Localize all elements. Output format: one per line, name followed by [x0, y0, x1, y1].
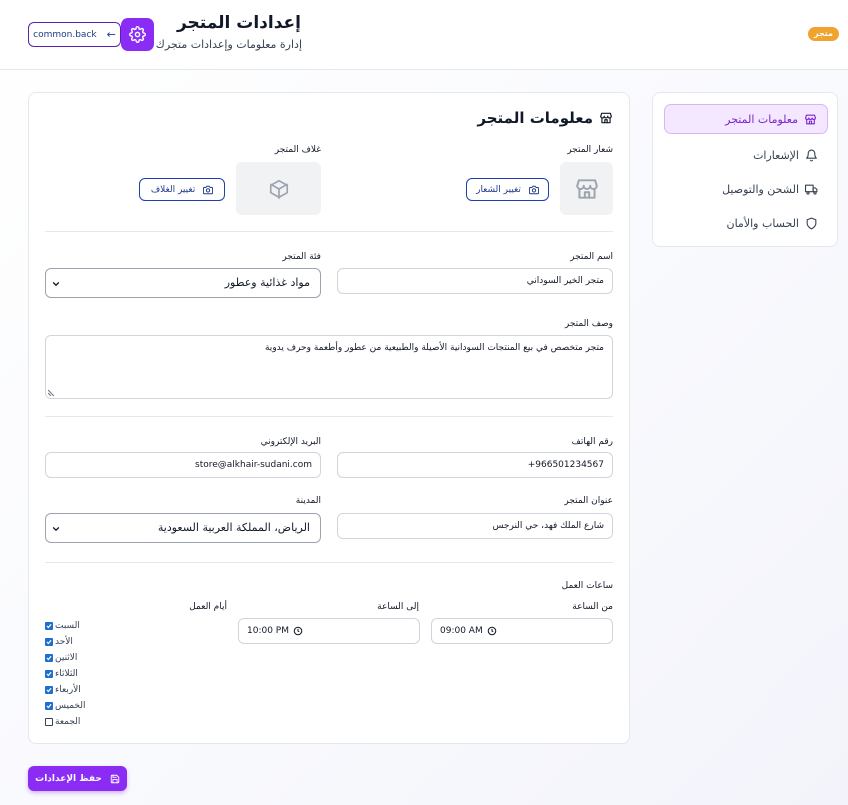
change-logo-label: تغيير الشعار	[476, 184, 521, 195]
description-value: متجر متخصص في بيع المنتجات السودانية الأ…	[264, 343, 604, 353]
store-name-input[interactable]: متجر الخير السوداني	[337, 268, 613, 294]
chevron-down-icon	[52, 282, 60, 286]
chevron-down-icon	[52, 527, 60, 531]
change-logo-button[interactable]: تغيير الشعار	[466, 178, 549, 201]
logo-preview	[560, 162, 613, 215]
day-sunday[interactable]: الأحد	[45, 634, 85, 650]
city-select[interactable]: الرياض، المملكة العربية السعودية	[45, 513, 321, 543]
day-friday[interactable]: الجمعة	[45, 714, 85, 730]
divider	[45, 231, 613, 232]
days-label: أيام العمل	[189, 602, 227, 612]
category-select[interactable]: مواد غذائية وعطور	[45, 268, 321, 298]
category-value: مواد غذائية وعطور	[224, 276, 310, 289]
address-label: عنوان المتجر	[564, 496, 613, 506]
page-title: إعدادات المتجر	[176, 13, 301, 33]
sidebar-item-label: الإشعارات	[753, 148, 799, 162]
bell-icon	[806, 149, 817, 161]
save-settings-label: حفظ الإعدادات	[35, 773, 102, 784]
page-subtitle: إدارة معلومات وإعدادات متجرك	[155, 38, 302, 51]
address-input[interactable]: شارع الملك فهد، حي النرجس	[337, 513, 613, 539]
day-label: الجمعة	[55, 717, 81, 727]
day-label: الخميس	[55, 701, 86, 711]
change-cover-button[interactable]: تغيير الغلاف	[139, 178, 225, 201]
working-days-list: السبت الأحد الاثنين الثلاثاء الأربعاء ال…	[45, 618, 85, 730]
to-time-input[interactable]: 10:00 PM	[238, 618, 420, 644]
city-value: الرياض، المملكة العربية السعودية	[157, 521, 310, 534]
day-label: الأحد	[55, 637, 73, 647]
day-label: الثلاثاء	[55, 669, 78, 679]
day-wednesday[interactable]: الأربعاء	[45, 682, 85, 698]
logo-label: شعار المتجر	[567, 145, 613, 155]
cover-preview	[236, 162, 321, 215]
day-saturday[interactable]: السبت	[45, 618, 85, 634]
category-label: فئة المتجر	[282, 252, 321, 262]
day-monday[interactable]: الاثنين	[45, 650, 85, 666]
day-label: السبت	[55, 621, 80, 631]
email-input[interactable]: store@alkhair-sudani.com	[45, 452, 321, 478]
divider	[45, 562, 613, 563]
top-header: متجر common.back ← إعدادات المتجر إدارة …	[0, 0, 848, 70]
sidebar-item-security[interactable]: الحساب والأمان	[664, 208, 828, 238]
shield-icon	[806, 217, 817, 229]
save-settings-button[interactable]: حفظ الإعدادات	[28, 766, 127, 791]
sidebar-item-notifications[interactable]: الإشعارات	[664, 140, 828, 170]
checkbox-checked[interactable]	[45, 670, 53, 678]
day-label: الاثنين	[55, 653, 78, 663]
sidebar-item-shipping[interactable]: الشحن والتوصيل	[664, 174, 828, 204]
to-time-label: إلى الساعة	[377, 602, 419, 612]
store-icon	[805, 114, 816, 124]
change-cover-label: تغيير الغلاف	[150, 184, 196, 195]
store-icon	[600, 112, 612, 124]
phone-label: رقم الهاتف	[571, 437, 613, 447]
from-time-input[interactable]: 09:00 AM	[431, 618, 613, 644]
box-icon	[269, 179, 288, 199]
section-title-text: معلومات المتجر	[477, 109, 593, 127]
phone-input[interactable]: +966501234567	[337, 452, 613, 478]
email-label: البريد الإلكتروني	[260, 437, 321, 447]
sidebar-item-label: الحساب والأمان	[726, 216, 800, 230]
clock-icon[interactable]	[487, 626, 497, 636]
description-textarea[interactable]: متجر متخصص في بيع المنتجات السودانية الأ…	[45, 335, 613, 399]
checkbox-unchecked[interactable]	[45, 718, 53, 726]
save-icon	[110, 774, 120, 783]
day-tuesday[interactable]: الثلاثاء	[45, 666, 85, 682]
section-title: معلومات المتجر	[477, 109, 613, 127]
truck-icon	[805, 184, 818, 195]
settings-sidebar: معلومات المتجر الإشعارات الشحن والتوصيل …	[652, 92, 838, 247]
description-label: وصف المتجر	[564, 319, 613, 329]
day-thursday[interactable]: الخميس	[45, 698, 85, 714]
arrow-left-icon: ←	[106, 28, 116, 41]
settings-gear-icon	[121, 18, 154, 51]
checkbox-checked[interactable]	[45, 622, 53, 630]
from-time-label: من الساعة	[572, 602, 613, 612]
from-time-value: 09:00 AM	[440, 626, 483, 636]
store-info-card: معلومات المتجر شعار المتجر تغيير الشعار …	[28, 92, 630, 744]
camera-icon	[528, 185, 539, 194]
sidebar-item-label: الشحن والتوصيل	[722, 182, 799, 196]
divider	[45, 416, 613, 417]
checkbox-checked[interactable]	[45, 654, 53, 662]
city-label: المدينة	[295, 496, 321, 506]
checkbox-checked[interactable]	[45, 702, 53, 710]
store-badge: متجر	[808, 27, 839, 41]
resize-grip-icon[interactable]	[48, 388, 56, 396]
sidebar-item-label: معلومات المتجر	[725, 112, 798, 126]
hours-label: ساعات العمل	[561, 581, 613, 591]
back-label: common.back	[33, 29, 97, 40]
store-name-label: اسم المتجر	[570, 252, 613, 262]
back-button[interactable]: common.back ←	[28, 22, 121, 47]
sidebar-item-store-info[interactable]: معلومات المتجر	[664, 104, 828, 134]
camera-icon	[203, 185, 214, 194]
to-time-value: 10:00 PM	[247, 626, 289, 636]
checkbox-checked[interactable]	[45, 638, 53, 646]
day-label: الأربعاء	[55, 685, 81, 695]
clock-icon[interactable]	[293, 626, 303, 636]
store-icon	[575, 178, 598, 199]
cover-label: غلاف المتجر	[274, 145, 321, 155]
checkbox-checked[interactable]	[45, 686, 53, 694]
